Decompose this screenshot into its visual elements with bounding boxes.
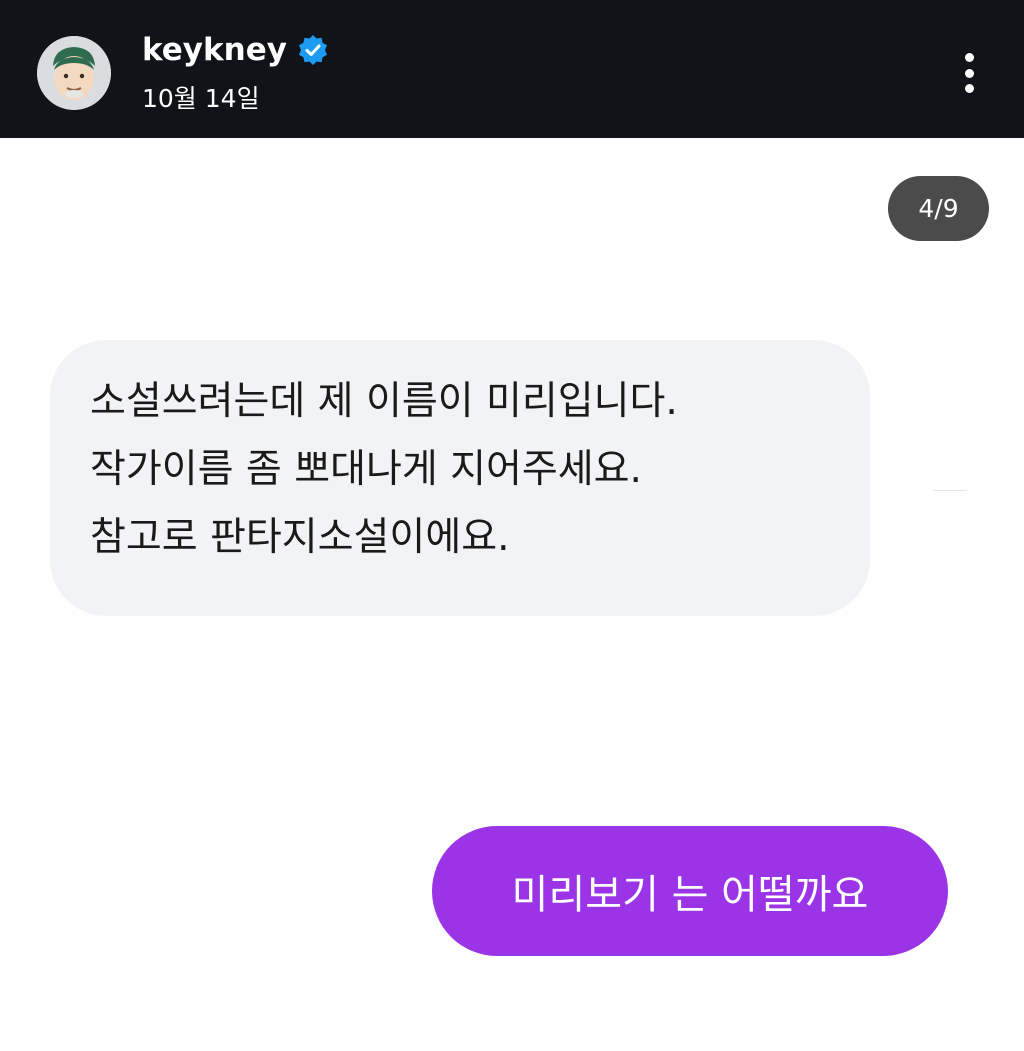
divider xyxy=(933,490,967,491)
cartoon-face-icon xyxy=(37,36,111,110)
sent-message-bubble: 미리보기 는 어떨까요 xyxy=(432,826,948,956)
message-line: 소설쓰려는데 제 이름이 미리입니다. xyxy=(90,379,678,424)
username-text: keykney xyxy=(142,32,287,68)
post-header: keykney 10월 14일 xyxy=(0,0,1024,138)
more-options-button[interactable] xyxy=(950,50,988,96)
message-line: 작가이름 좀 뽀대나게 지어주세요. xyxy=(90,447,642,492)
vertical-ellipsis-icon xyxy=(964,53,974,62)
username[interactable]: keykney xyxy=(142,30,329,70)
verified-badge-icon xyxy=(297,34,329,66)
received-message-bubble: 소설쓰려는데 제 이름이 미리입니다. 작가이름 좀 뽀대나게 지어주세요. 참… xyxy=(50,340,870,616)
post-date: 10월 14일 xyxy=(142,84,260,113)
message-line: 참고로 판타지소설이에요. xyxy=(90,515,510,560)
page-counter: 4/9 xyxy=(888,176,989,241)
avatar[interactable] xyxy=(37,36,111,110)
